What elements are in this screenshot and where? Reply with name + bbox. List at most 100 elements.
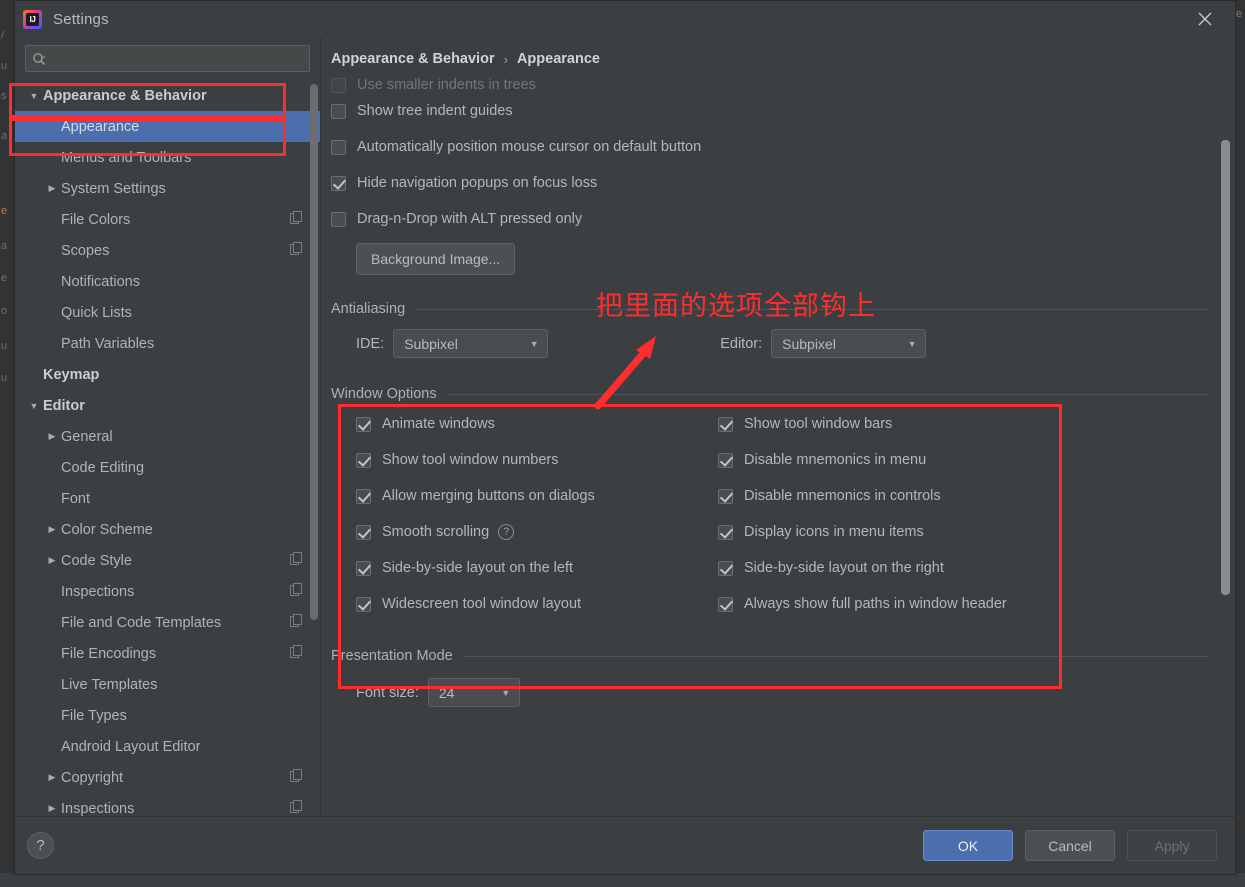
sidebar-scrollbar[interactable] bbox=[310, 84, 318, 620]
dialog-footer: ? OK Cancel Apply bbox=[15, 816, 1235, 874]
question-mark-icon[interactable]: ? bbox=[27, 832, 54, 859]
close-icon[interactable] bbox=[1183, 1, 1227, 37]
checkbox-always-show-full-paths-in-window-header[interactable]: Always show full paths in window header bbox=[718, 586, 1209, 622]
checkbox-checked-icon[interactable] bbox=[718, 452, 733, 468]
checkbox-use-smaller-indents[interactable]: Use smaller indents in trees bbox=[331, 77, 1209, 93]
checkbox-show-tree-indent-guides[interactable]: Show tree indent guides bbox=[331, 93, 1209, 129]
checkbox-checked-icon[interactable] bbox=[356, 452, 371, 468]
sidebar-item-appearance[interactable]: Appearance bbox=[15, 111, 320, 142]
copy-settings-icon[interactable] bbox=[290, 614, 312, 631]
checkbox-checked-icon[interactable] bbox=[331, 175, 346, 191]
checkbox-checked-icon[interactable] bbox=[718, 596, 733, 612]
sidebar-item-file-colors[interactable]: File Colors bbox=[15, 204, 320, 235]
sidebar-item-appearance-behavior[interactable]: ▼ Appearance & Behavior bbox=[15, 80, 320, 111]
checkbox-checked-icon[interactable] bbox=[718, 560, 733, 576]
sidebar-item-inspections[interactable]: ▶ Inspections bbox=[15, 793, 320, 816]
chevron-down-icon[interactable]: ▼ bbox=[899, 339, 925, 349]
checkbox-disable-mnemonics-in-controls[interactable]: Disable mnemonics in controls bbox=[718, 478, 1209, 514]
checkbox-animate-windows[interactable]: Animate windows bbox=[356, 406, 718, 442]
checkbox-hide-navigation-popups-on-focus-loss[interactable]: Hide navigation popups on focus loss bbox=[331, 165, 1209, 201]
checkbox-side-by-side-layout-on-the-left[interactable]: Side-by-side layout on the left bbox=[356, 550, 718, 586]
sidebar-item-code-style[interactable]: ▶ Code Style bbox=[15, 545, 320, 576]
sidebar-item-file-and-code-templates[interactable]: File and Code Templates bbox=[15, 607, 320, 638]
cancel-button[interactable]: Cancel bbox=[1025, 830, 1115, 861]
chevron-right-icon[interactable]: ▶ bbox=[43, 524, 61, 535]
ok-button[interactable]: OK bbox=[923, 830, 1013, 861]
sidebar-item-inspections[interactable]: Inspections bbox=[15, 576, 320, 607]
sidebar-item-notifications[interactable]: Notifications bbox=[15, 266, 320, 297]
sidebar-item-file-encodings[interactable]: File Encodings bbox=[15, 638, 320, 669]
checkbox-checked-icon[interactable] bbox=[718, 524, 733, 540]
sidebar-item-font[interactable]: Font bbox=[15, 483, 320, 514]
font-size-select[interactable]: 24 ▼ bbox=[427, 678, 520, 707]
checkbox-checked-icon[interactable] bbox=[356, 596, 371, 612]
sidebar-item-quick-lists[interactable]: Quick Lists bbox=[15, 297, 320, 328]
checkbox-unchecked-icon[interactable] bbox=[331, 103, 346, 119]
search-input[interactable] bbox=[50, 50, 303, 67]
sidebar-scrollbar-thumb[interactable] bbox=[310, 84, 318, 620]
checkbox-checked-icon[interactable] bbox=[356, 560, 371, 576]
content-scrollbar[interactable] bbox=[1221, 140, 1230, 595]
background-text-fragment: u bbox=[1, 340, 8, 352]
copy-settings-icon[interactable] bbox=[290, 800, 312, 816]
sidebar-item-code-editing[interactable]: Code Editing bbox=[15, 452, 320, 483]
background-image-button[interactable]: Background Image... bbox=[356, 243, 516, 275]
chevron-right-icon[interactable]: ▶ bbox=[43, 772, 61, 783]
copy-settings-icon[interactable] bbox=[290, 211, 312, 228]
background-text-fragment: e bbox=[1, 205, 8, 217]
checkbox-label: Automatically position mouse cursor on d… bbox=[357, 139, 702, 155]
checkbox-widescreen-tool-window-layout[interactable]: Widescreen tool window layout bbox=[356, 586, 718, 622]
checkbox-display-icons-in-menu-items[interactable]: Display icons in menu items bbox=[718, 514, 1209, 550]
checkbox-disable-mnemonics-in-menu[interactable]: Disable mnemonics in menu bbox=[718, 442, 1209, 478]
ide-antialiasing-select[interactable]: Subpixel ▼ bbox=[393, 329, 549, 358]
checkbox-show-tool-window-bars[interactable]: Show tool window bars bbox=[718, 406, 1209, 442]
sidebar-item-label: System Settings bbox=[61, 180, 166, 197]
sidebar-item-system-settings[interactable]: ▶ System Settings bbox=[15, 173, 320, 204]
checkbox-checked-icon[interactable] bbox=[356, 524, 371, 540]
checkbox-unchecked-icon[interactable] bbox=[331, 211, 346, 227]
checkbox-checked-icon[interactable] bbox=[356, 416, 371, 432]
copy-settings-icon[interactable] bbox=[290, 769, 312, 786]
checkbox-allow-merging-buttons-on-dialogs[interactable]: Allow merging buttons on dialogs bbox=[356, 478, 718, 514]
checkbox-automatically-position-mouse-cursor-on-default-button[interactable]: Automatically position mouse cursor on d… bbox=[331, 129, 1209, 165]
sidebar-item-android-layout-editor[interactable]: Android Layout Editor bbox=[15, 731, 320, 762]
sidebar-item-file-types[interactable]: File Types bbox=[15, 700, 320, 731]
copy-settings-icon[interactable] bbox=[290, 242, 312, 259]
help-question-icon[interactable]: ? bbox=[498, 524, 515, 540]
sidebar-item-scopes[interactable]: Scopes bbox=[15, 235, 320, 266]
checkbox-show-tool-window-numbers[interactable]: Show tool window numbers bbox=[356, 442, 718, 478]
copy-settings-icon[interactable] bbox=[290, 645, 312, 662]
sidebar-item-menus-and-toolbars[interactable]: Menus and Toolbars bbox=[15, 142, 320, 173]
checkbox-checked-icon[interactable] bbox=[718, 416, 733, 432]
chevron-down-icon[interactable]: ▼ bbox=[521, 339, 547, 349]
checkbox-unchecked-icon[interactable] bbox=[331, 139, 346, 155]
sidebar-item-copyright[interactable]: ▶ Copyright bbox=[15, 762, 320, 793]
sidebar-item-live-templates[interactable]: Live Templates bbox=[15, 669, 320, 700]
copy-settings-icon[interactable] bbox=[290, 552, 312, 569]
sidebar-item-color-scheme[interactable]: ▶ Color Scheme bbox=[15, 514, 320, 545]
search-box[interactable] bbox=[25, 45, 310, 72]
checkbox-checked-icon[interactable] bbox=[356, 488, 371, 504]
breadcrumb-root[interactable]: Appearance & Behavior bbox=[331, 51, 495, 67]
chevron-down-icon[interactable]: ▼ bbox=[493, 688, 519, 698]
sidebar-item-path-variables[interactable]: Path Variables bbox=[15, 328, 320, 359]
chevron-down-icon[interactable]: ▼ bbox=[25, 401, 43, 411]
sidebar-item-editor[interactable]: ▼ Editor bbox=[15, 390, 320, 421]
chevron-down-icon[interactable]: ▼ bbox=[25, 91, 43, 101]
checkbox-smooth-scrolling[interactable]: Smooth scrolling? bbox=[356, 514, 718, 550]
sidebar-item-keymap[interactable]: Keymap bbox=[15, 359, 320, 390]
editor-antialiasing-select[interactable]: Subpixel ▼ bbox=[771, 329, 927, 358]
chevron-right-icon[interactable]: ▶ bbox=[43, 803, 61, 814]
chevron-right-icon[interactable]: ▶ bbox=[43, 183, 61, 194]
font-size-value: 24 bbox=[438, 684, 455, 701]
chevron-right-icon[interactable]: ▶ bbox=[43, 431, 61, 442]
sidebar-item-general[interactable]: ▶ General bbox=[15, 421, 320, 452]
settings-sidebar: ▼ Appearance & Behavior Appearance Menus an… bbox=[15, 37, 321, 816]
settings-tree: ▼ Appearance & Behavior Appearance Menus an… bbox=[15, 78, 320, 816]
checkbox-checked-icon[interactable] bbox=[718, 488, 733, 504]
checkbox-drag-n-drop-with-alt-pressed-only[interactable]: Drag-n-Drop with ALT pressed only bbox=[331, 201, 1209, 237]
checkbox-box[interactable] bbox=[331, 77, 346, 93]
checkbox-side-by-side-layout-on-the-right[interactable]: Side-by-side layout on the right bbox=[718, 550, 1209, 586]
chevron-right-icon[interactable]: ▶ bbox=[43, 555, 61, 566]
copy-settings-icon[interactable] bbox=[290, 583, 312, 600]
